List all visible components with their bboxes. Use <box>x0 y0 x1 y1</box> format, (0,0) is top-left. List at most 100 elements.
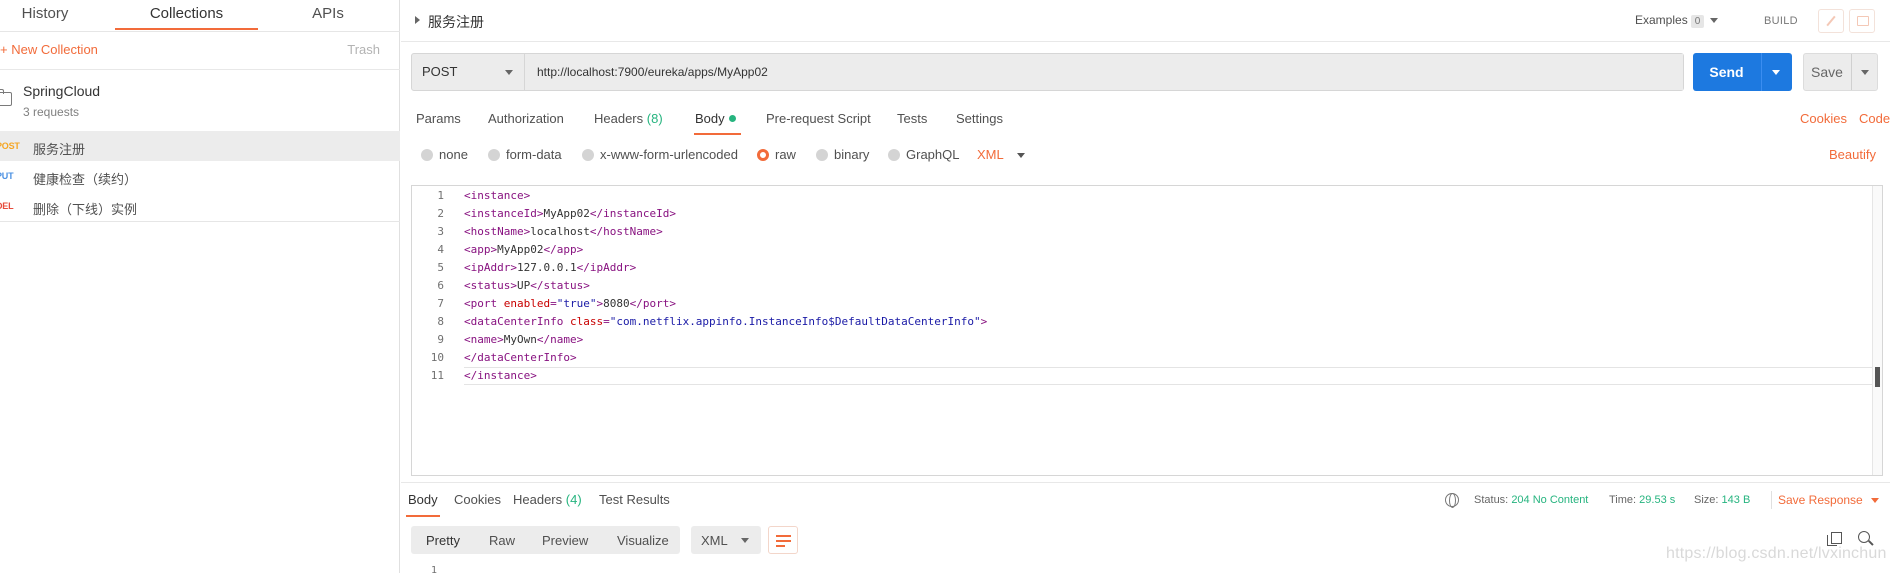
code-line[interactable]: <instanceId>MyApp02</instanceId> <box>464 207 676 220</box>
wrap-lines-icon[interactable] <box>768 526 798 554</box>
editor-scrollbar[interactable] <box>1872 186 1882 475</box>
tab-tests[interactable]: Tests <box>897 111 927 126</box>
list-item[interactable]: POST 服务注册 <box>0 131 400 161</box>
size-label: Size: <box>1694 494 1719 506</box>
copy-icon[interactable] <box>1827 532 1842 546</box>
tab-headers[interactable]: Headers (8) <box>594 111 663 126</box>
beautify-button[interactable]: Beautify <box>1829 147 1876 162</box>
divider <box>1761 53 1762 91</box>
collection-springcloud[interactable]: SpringCloud 3 requests <box>0 78 400 124</box>
time-value: 29.53 s <box>1639 494 1676 506</box>
radio-graphql[interactable]: GraphQL <box>888 147 959 162</box>
edit-icon[interactable] <box>1818 9 1844 33</box>
code-line[interactable]: <ipAddr>127.0.0.1</ipAddr> <box>464 261 636 274</box>
response-tabs: Body Cookies Headers (4) Test Results St… <box>401 483 1890 517</box>
expand-arrow-icon[interactable] <box>415 16 420 24</box>
cookies-link[interactable]: Cookies <box>1800 111 1847 126</box>
wrap-line <box>776 535 791 537</box>
tab-collections[interactable]: Collections <box>115 0 258 30</box>
method-badge: POST <box>0 141 20 151</box>
tab-response-headers[interactable]: Headers (4) <box>513 492 582 507</box>
tab-label: Headers <box>594 111 644 126</box>
request-tabs: Params Authorization Headers (8) Body Pr… <box>401 108 1890 135</box>
tab-test-results[interactable]: Test Results <box>599 492 670 507</box>
new-collection-button[interactable]: + New Collection <box>0 42 98 57</box>
option-label: none <box>439 147 468 162</box>
view-raw[interactable]: Raw <box>489 533 515 548</box>
save-response-label: Save Response <box>1778 493 1863 507</box>
sidebar: History Collections APIs + New Collectio… <box>0 0 400 573</box>
code-line[interactable]: </dataCenterInfo> <box>464 351 577 364</box>
view-visualize[interactable]: Visualize <box>617 533 669 548</box>
method-badge: PUT <box>0 171 14 181</box>
radio-binary[interactable]: binary <box>816 147 869 162</box>
sidebar-tabs: History Collections APIs <box>0 0 400 32</box>
main-panel: 服务注册 Examples0 BUILD POST Send Save <box>401 0 1890 573</box>
radio-form-data[interactable]: form-data <box>488 147 562 162</box>
divider <box>1851 54 1852 90</box>
code-line[interactable]: <app>MyApp02</app> <box>464 243 583 256</box>
tab-pre-request-script[interactable]: Pre-request Script <box>766 111 871 126</box>
view-pretty[interactable]: Pretty <box>426 533 460 548</box>
response-format-select[interactable]: XML <box>691 526 761 554</box>
radio-raw[interactable]: raw <box>757 147 796 162</box>
tab-settings[interactable]: Settings <box>956 111 1003 126</box>
method-select[interactable]: POST <box>412 54 525 90</box>
list-item[interactable]: DEL 删除（下线）实例 <box>0 191 400 221</box>
examples-dropdown[interactable]: Examples 0 <box>1635 13 1719 28</box>
line-number: 4 <box>437 243 444 256</box>
send-button[interactable]: Send <box>1693 53 1792 91</box>
chevron-down-icon <box>1017 153 1025 158</box>
chevron-down-icon <box>1870 498 1879 504</box>
method-badge: DEL <box>0 201 14 211</box>
line-number: 6 <box>437 279 444 292</box>
chevron-down-icon[interactable] <box>1861 70 1869 75</box>
size-value: 143 B <box>1721 494 1751 506</box>
trash-button[interactable]: Trash <box>347 42 380 57</box>
url-input[interactable] <box>526 54 1683 90</box>
comment-icon[interactable] <box>1849 9 1875 33</box>
chevron-down-icon <box>1710 18 1719 24</box>
view-mode-bar: Pretty Raw Preview Visualize <box>411 526 680 554</box>
chevron-down-icon <box>741 538 749 543</box>
globe-icon[interactable] <box>1445 493 1459 508</box>
view-preview[interactable]: Preview <box>542 533 588 548</box>
code-line[interactable]: <instance> <box>464 189 530 202</box>
radio-none[interactable]: none <box>421 147 468 162</box>
line-number: 1 <box>437 189 444 202</box>
save-button[interactable]: Save <box>1803 53 1878 91</box>
radio-selected-icon <box>757 149 769 161</box>
tab-authorization[interactable]: Authorization <box>488 111 564 126</box>
tab-response-body[interactable]: Body <box>406 492 440 517</box>
folder-icon <box>0 89 12 106</box>
tab-apis[interactable]: APIs <box>290 0 366 30</box>
collection-count: 3 requests <box>23 105 80 119</box>
code-link[interactable]: Code <box>1859 111 1890 126</box>
tab-response-cookies[interactable]: Cookies <box>454 492 501 507</box>
search-icon[interactable] <box>1858 531 1870 543</box>
save-response-button[interactable]: Save Response <box>1778 493 1879 507</box>
chevron-down-icon[interactable] <box>1772 70 1780 75</box>
code-line[interactable]: <dataCenterInfo class="com.netflix.appin… <box>464 315 987 328</box>
tab-history[interactable]: History <box>0 0 90 30</box>
radio-urlencoded[interactable]: x-www-form-urlencoded <box>582 147 738 162</box>
status-value: 204 No Content <box>1511 494 1589 506</box>
url-bar: POST <box>411 53 1684 91</box>
raw-type-select[interactable]: XML <box>977 147 1025 162</box>
watermark: https://blog.csdn.net/lvxinchun <box>1666 545 1887 562</box>
divider <box>1771 491 1772 509</box>
code-line[interactable]: <port enabled="true">8080</port> <box>464 297 676 310</box>
tab-body[interactable]: Body <box>694 111 741 135</box>
page-title: 服务注册 <box>428 14 484 30</box>
tab-params[interactable]: Params <box>416 111 461 126</box>
raw-type-value: XML <box>977 147 1004 162</box>
code-line[interactable]: <status>UP</status> <box>464 279 590 292</box>
list-item[interactable]: PUT 健康检查（续约） <box>0 161 400 191</box>
code-line[interactable]: <hostName>localhost</hostName> <box>464 225 663 238</box>
time-info: Time: 29.53 s <box>1609 494 1675 506</box>
body-editor[interactable]: 1 2 3 4 5 6 7 8 9 10 11 <instance> <instanceId>MyAp… <box>411 185 1883 476</box>
divider <box>0 69 400 70</box>
option-label: x-www-form-urlencoded <box>600 147 738 162</box>
code-line[interactable]: <name>MyOwn</name> <box>464 333 583 346</box>
postman-window: History Collections APIs + New Collectio… <box>0 0 1890 573</box>
